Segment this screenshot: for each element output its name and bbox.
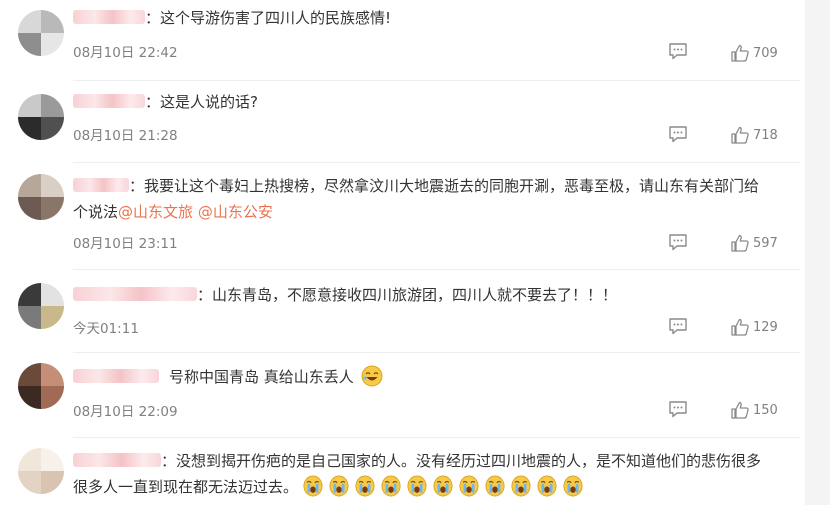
divider xyxy=(73,437,800,438)
like-count: 150 xyxy=(753,402,778,418)
username-redacted[interactable] xyxy=(73,287,197,301)
like-button[interactable]: 709 xyxy=(730,43,778,63)
comment-icon[interactable] xyxy=(668,42,688,60)
like-count: 597 xyxy=(753,235,778,251)
crying-emoji-icon xyxy=(459,475,479,497)
comment-item: ：山东青岛，不愿意接收四川旅游团，四川人就不要去了！！！ 今天01:11 129 xyxy=(0,275,830,355)
comment-text: ：这是人说的话? xyxy=(73,90,803,114)
avatar[interactable] xyxy=(18,174,64,220)
comment-item: ：没想到揭开伤疤的是自己国家的人。没有经历过四川地震的人，是不知道他们的悲伤很多… xyxy=(0,442,830,505)
comment-icon[interactable] xyxy=(668,233,688,251)
comment-time: 08月10日 22:42 xyxy=(73,45,178,61)
avatar[interactable] xyxy=(18,10,64,56)
comment-text-continued: 个说法@山东文旅 @山东公安 xyxy=(73,203,273,221)
comment-icon[interactable] xyxy=(668,317,688,335)
like-button[interactable]: 597 xyxy=(730,233,778,253)
laugh-emoji-icon xyxy=(361,365,383,387)
username-redacted[interactable] xyxy=(73,178,129,192)
crying-emoji-icon xyxy=(433,475,453,497)
divider xyxy=(73,352,800,353)
comment-item: ：这是人说的话? 08月10日 21:28 718 xyxy=(0,86,830,166)
comment-icon[interactable] xyxy=(668,400,688,418)
comment-item: ：这个导游伤害了四川人的民族感情! 08月10日 22:42 709 xyxy=(0,0,830,81)
divider xyxy=(73,80,800,81)
scroll-gutter xyxy=(805,0,830,505)
crying-emoji-icon xyxy=(485,475,505,497)
comment-text: ：这个导游伤害了四川人的民族感情! xyxy=(73,6,803,30)
divider xyxy=(73,162,800,163)
username-redacted[interactable] xyxy=(73,10,145,24)
avatar[interactable] xyxy=(18,448,64,494)
crying-emoji-icon xyxy=(407,475,427,497)
thumbs-up-icon xyxy=(731,401,749,419)
thumbs-up-icon xyxy=(731,44,749,62)
username-redacted[interactable] xyxy=(73,369,159,383)
comment-time: 今天01:11 xyxy=(73,321,139,337)
crying-emoji-icon xyxy=(381,475,401,497)
divider xyxy=(73,269,800,270)
comment-text: ：没想到揭开伤疤的是自己国家的人。没有经历过四川地震的人，是不知道他们的悲伤很多 xyxy=(73,449,803,473)
like-count: 718 xyxy=(753,127,778,143)
crying-emoji-icon xyxy=(563,475,583,497)
crying-emoji-icon xyxy=(303,475,323,497)
comment-time: 08月10日 21:28 xyxy=(73,128,178,144)
comment-text: ：山东青岛，不愿意接收四川旅游团，四川人就不要去了！！！ xyxy=(73,283,803,307)
thumbs-up-icon xyxy=(731,318,749,336)
crying-emoji-icon xyxy=(355,475,375,497)
like-count: 129 xyxy=(753,319,778,335)
thumbs-up-icon xyxy=(731,126,749,144)
comment-time: 08月10日 23:11 xyxy=(73,236,178,252)
like-button[interactable]: 150 xyxy=(730,400,778,420)
like-count: 709 xyxy=(753,45,778,61)
avatar[interactable] xyxy=(18,363,64,409)
emoji-row xyxy=(303,475,589,497)
comment-text: 号称中国青岛 真给山东丢人 xyxy=(73,365,803,389)
like-button[interactable]: 718 xyxy=(730,125,778,145)
thumbs-up-icon xyxy=(731,234,749,252)
comment-icon[interactable] xyxy=(668,125,688,143)
crying-emoji-icon xyxy=(329,475,349,497)
username-redacted[interactable] xyxy=(73,453,161,467)
comment-text-continued: 很多人一直到现在都无法迈过去。 xyxy=(73,475,803,499)
username-redacted[interactable] xyxy=(73,94,145,108)
crying-emoji-icon xyxy=(537,475,557,497)
comment-text: ：我要让这个毒妇上热搜榜，尽然拿汶川大地震逝去的同胞开涮，恶毒至极，请山东有关部… xyxy=(73,174,803,198)
avatar[interactable] xyxy=(18,94,64,140)
mention-link[interactable]: @山东公安 xyxy=(198,203,273,221)
like-button[interactable]: 129 xyxy=(730,317,778,337)
mention-link[interactable]: @山东文旅 xyxy=(118,203,193,221)
comment-item: ：我要让这个毒妇上热搜榜，尽然拿汶川大地震逝去的同胞开涮，恶毒至极，请山东有关部… xyxy=(0,170,830,270)
comment-item: 号称中国青岛 真给山东丢人 08月10日 22:09 150 xyxy=(0,357,830,441)
avatar[interactable] xyxy=(18,283,64,329)
comment-time: 08月10日 22:09 xyxy=(73,404,178,420)
crying-emoji-icon xyxy=(511,475,531,497)
